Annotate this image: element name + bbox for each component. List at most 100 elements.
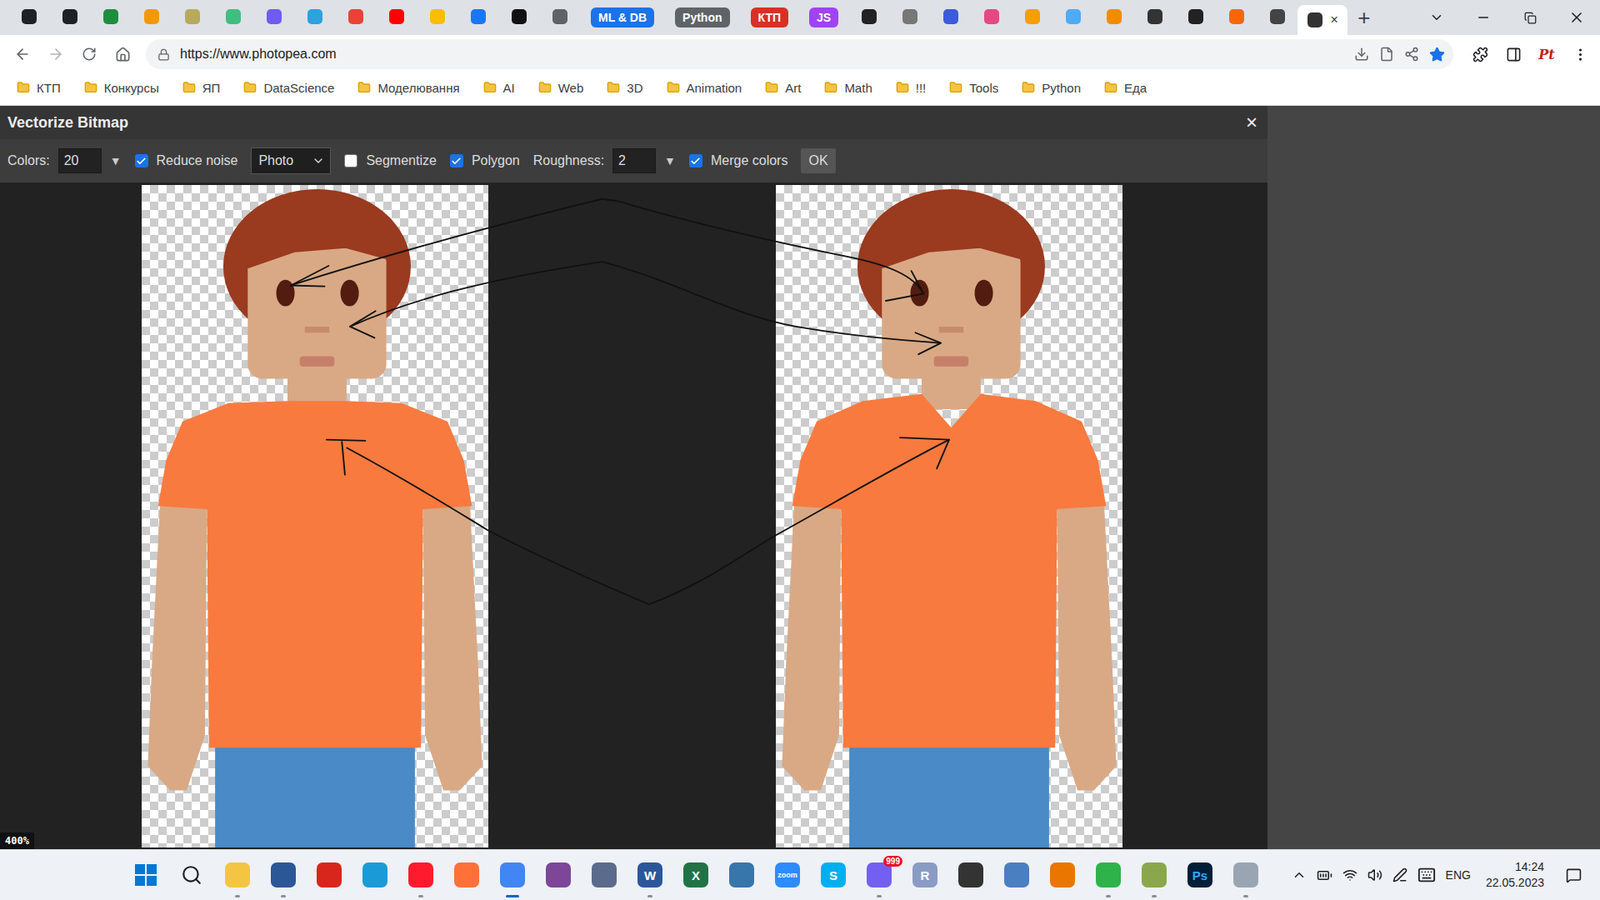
tab-close[interactable]: ×	[1330, 13, 1339, 27]
battery-icon[interactable]	[1316, 867, 1333, 884]
browser-tab[interactable]	[1215, 0, 1257, 35]
checkbox-option[interactable]: Merge colors	[689, 153, 788, 169]
bookmark-folder[interactable]: AI	[483, 80, 515, 95]
dialog-close-button[interactable]: ×	[1245, 112, 1258, 133]
browser-tab[interactable]	[539, 0, 580, 35]
browser-tab[interactable]	[335, 0, 376, 35]
taskbar-app[interactable]	[954, 850, 988, 900]
bookmark-folder[interactable]: Python	[1021, 80, 1081, 95]
checkbox[interactable]	[344, 154, 358, 168]
taskbar-app[interactable]: X	[679, 850, 713, 900]
extensions-button[interactable]	[1465, 39, 1495, 70]
taskbar-app[interactable]	[495, 850, 530, 900]
profile-avatar[interactable]: Pt	[1531, 39, 1562, 70]
bookmark-folder[interactable]: Math	[824, 80, 872, 95]
bookmark-folder[interactable]: Art	[765, 80, 801, 95]
taskbar-app[interactable]: Ps	[1183, 850, 1217, 900]
taskbar-app[interactable]: R	[908, 850, 942, 900]
taskbar-app[interactable]	[358, 850, 392, 900]
bookmark-folder[interactable]: 3D	[606, 80, 643, 95]
browser-tab[interactable]	[416, 0, 458, 35]
tab-search-button[interactable]	[1413, 0, 1460, 35]
taskbar-app[interactable]	[541, 850, 575, 900]
notifications-icon[interactable]	[1565, 867, 1582, 884]
taskbar-app[interactable]	[1000, 850, 1034, 900]
tab-group[interactable]: КТП	[750, 7, 790, 28]
browser-tab[interactable]	[970, 0, 1012, 35]
address-bar[interactable]: https://www.photopea.com	[145, 39, 1454, 70]
bookmark-folder[interactable]: Конкурсы	[84, 80, 160, 95]
minimize-button[interactable]	[1460, 0, 1507, 35]
bookmark-folder[interactable]: !!!	[895, 80, 927, 95]
browser-tab[interactable]	[1256, 0, 1298, 35]
bookmark-folder[interactable]: Tools	[949, 80, 999, 95]
browser-tab[interactable]: ×	[1297, 5, 1348, 35]
bookmark-folder[interactable]: Еда	[1104, 80, 1147, 95]
browser-tab[interactable]	[8, 0, 50, 35]
star-icon[interactable]	[1429, 46, 1445, 63]
pen-icon[interactable]	[1392, 867, 1408, 883]
clock[interactable]: 14:2422.05.2023	[1485, 859, 1545, 891]
back-button[interactable]	[7, 39, 38, 70]
taskbar-app[interactable]	[1091, 850, 1125, 900]
taskbar-app[interactable]	[129, 850, 163, 900]
side-panel-button[interactable]	[1498, 39, 1529, 70]
browser-tab[interactable]	[1052, 0, 1094, 35]
bookmark-folder[interactable]: КТП	[16, 80, 61, 95]
bookmark-folder[interactable]: Animation	[666, 80, 743, 95]
reload-button[interactable]	[74, 39, 105, 70]
install-icon[interactable]	[1354, 46, 1370, 62]
browser-tab[interactable]	[294, 0, 335, 35]
checkbox-option[interactable]: Segmentize	[344, 153, 437, 169]
share-icon[interactable]	[1404, 46, 1420, 62]
browser-tab[interactable]	[889, 0, 930, 35]
taskbar-app[interactable]	[312, 850, 346, 900]
mode-select[interactable]: Photo	[250, 147, 331, 175]
dropdown-arrow[interactable]: ▼	[110, 154, 122, 168]
taskbar-app[interactable]: zoom	[770, 850, 805, 900]
taskbar-app[interactable]	[266, 850, 300, 900]
close-window-button[interactable]	[1553, 0, 1600, 35]
keyboard-icon[interactable]	[1417, 865, 1436, 885]
browser-tab[interactable]	[49, 0, 90, 35]
browser-tab[interactable]	[1175, 0, 1216, 35]
number-field[interactable]: 20	[58, 148, 102, 174]
ok-button[interactable]: OK	[800, 148, 835, 174]
browser-tab[interactable]	[930, 0, 971, 35]
browser-tab[interactable]	[130, 0, 172, 35]
wifi-icon[interactable]	[1342, 867, 1358, 883]
browser-tab[interactable]	[90, 0, 131, 35]
home-button[interactable]	[107, 39, 138, 70]
tab-group[interactable]: ML & DB	[590, 7, 655, 28]
new-tab-button[interactable]: +	[1357, 6, 1370, 29]
forward-button[interactable]	[40, 39, 71, 70]
url-text[interactable]: https://www.photopea.com	[180, 46, 1345, 62]
browser-tab[interactable]	[1134, 0, 1175, 35]
browser-tab[interactable]	[498, 0, 540, 35]
chevron-up-icon[interactable]	[1291, 867, 1307, 883]
browser-tab[interactable]	[848, 0, 890, 35]
taskbar-app[interactable]	[1229, 850, 1263, 900]
taskbar-app[interactable]	[1137, 850, 1171, 900]
browser-tab[interactable]	[253, 0, 295, 35]
bookmark-folder[interactable]: Web	[538, 80, 585, 95]
menu-button[interactable]	[1565, 39, 1595, 70]
language-indicator[interactable]: ENG	[1445, 868, 1471, 882]
taskbar-app[interactable]: S	[816, 850, 850, 900]
browser-tab[interactable]	[457, 0, 499, 35]
restore-button[interactable]	[1506, 0, 1554, 35]
volume-icon[interactable]	[1367, 867, 1383, 883]
checkbox[interactable]	[689, 154, 703, 168]
browser-tab[interactable]	[1093, 0, 1135, 35]
number-field[interactable]: 2	[612, 148, 656, 174]
bookmark-folder[interactable]: DataScience	[243, 80, 335, 95]
bookmark-folder[interactable]: Моделювання	[357, 80, 460, 95]
browser-tab[interactable]	[212, 0, 254, 35]
taskbar-app[interactable]	[725, 850, 759, 900]
checkbox-option[interactable]: Reduce noise	[135, 153, 239, 169]
page-icon[interactable]	[1379, 46, 1395, 62]
taskbar-app[interactable]: W	[633, 850, 667, 900]
bookmark-folder[interactable]: ЯП	[182, 80, 221, 95]
taskbar-app[interactable]	[404, 850, 438, 900]
tab-group[interactable]: JS	[809, 7, 839, 28]
